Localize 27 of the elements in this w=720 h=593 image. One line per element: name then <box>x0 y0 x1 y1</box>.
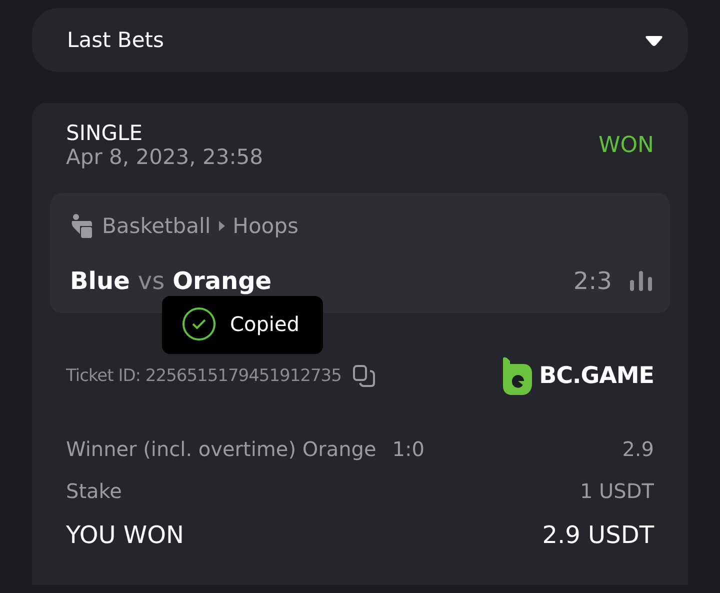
brand-name: BC.GAME <box>539 363 654 389</box>
bet-status: WON <box>598 132 654 158</box>
dropdown-caret-icon[interactable] <box>645 34 663 46</box>
selection-label: Winner (incl. overtime) Orange <box>66 437 376 461</box>
payout-value: 2.9 USDT <box>542 521 654 549</box>
toast-message: Copied <box>230 312 300 336</box>
bet-date: Apr 8, 2023, 23:58 <box>66 145 264 169</box>
check-circle-icon <box>182 307 216 341</box>
breadcrumb-arrow-icon <box>218 221 225 231</box>
basketball-league-icon <box>70 213 94 239</box>
section-title: Last Bets <box>67 28 164 52</box>
odds-value: 2.9 <box>622 437 654 461</box>
selection-score: 1:0 <box>392 437 424 461</box>
away-team: Orange <box>172 267 272 295</box>
bet-type: SINGLE <box>66 121 144 145</box>
versus-label: vs <box>138 267 165 295</box>
stake-label: Stake <box>66 479 122 503</box>
match-score: 2:3 <box>573 267 612 295</box>
logo-icon <box>503 357 534 395</box>
stats-icon[interactable] <box>630 271 652 291</box>
stake-value: 1 USDT <box>580 479 654 503</box>
copy-icon[interactable] <box>353 365 376 387</box>
ticket-id: Ticket ID: 2256515179451912735 <box>66 366 342 386</box>
home-team: Blue <box>70 267 130 295</box>
payout-label: YOU WON <box>66 521 184 549</box>
league-name[interactable]: Hoops <box>232 214 298 238</box>
sport-name[interactable]: Basketball <box>102 214 211 238</box>
